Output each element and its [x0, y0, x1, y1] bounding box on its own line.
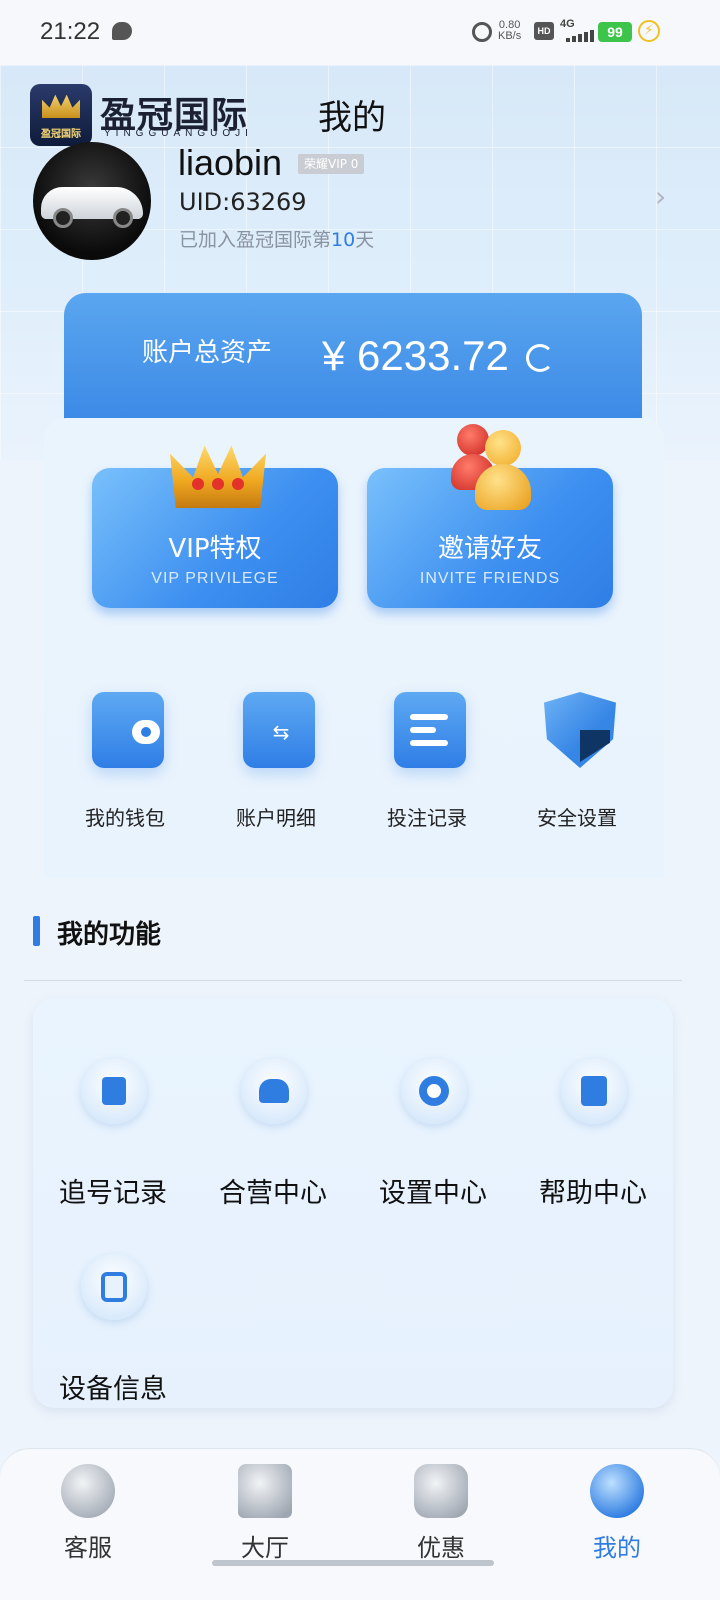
message-icon: [112, 22, 132, 40]
help-center-button[interactable]: 帮助中心: [513, 1058, 673, 1218]
hd-icon: HD: [534, 22, 554, 40]
my-wallet-label: 我的钱包: [85, 806, 165, 830]
joined-days-text: 已加入盈冠国际第10天: [179, 225, 374, 252]
network-speed-unit: KB/s: [498, 30, 522, 42]
page-title: 我的: [318, 98, 386, 138]
book-icon: [561, 1058, 627, 1124]
shield-icon: [544, 692, 616, 768]
joined-suffix: 天: [355, 229, 375, 251]
friends-icon: [451, 424, 535, 514]
bet-records-label: 投注记录: [387, 806, 467, 830]
tablet-icon: [81, 1254, 147, 1320]
nav-label-promotions: 优惠: [417, 1534, 465, 1562]
wallet-icon: [92, 692, 164, 768]
total-assets-value: ¥ 6233.72: [322, 332, 509, 379]
chevron-right-icon[interactable]: ›: [655, 183, 675, 211]
battery-icon: 99: [598, 22, 632, 42]
help-center-label: 帮助中心: [539, 1178, 647, 1209]
chase-records-button[interactable]: 追号记录: [33, 1058, 193, 1218]
nav-label-lobby: 大厅: [241, 1534, 289, 1562]
total-assets-label: 账户总资产: [142, 338, 273, 368]
chase-records-label: 追号记录: [59, 1178, 167, 1209]
security-settings-label: 安全设置: [537, 806, 617, 830]
gift-icon: [414, 1464, 468, 1518]
joined-days: 10: [331, 229, 356, 251]
settings-center-button[interactable]: 设置中心: [353, 1058, 513, 1218]
divider: [24, 980, 682, 981]
support-icon: [61, 1464, 115, 1518]
home-icon: [238, 1464, 292, 1518]
nav-item-support[interactable]: 客服: [28, 1458, 148, 1568]
nav-item-lobby[interactable]: 大厅: [205, 1458, 325, 1568]
network-type: 4G: [560, 18, 575, 30]
section-accent-bar: [33, 916, 40, 946]
logo-crown-icon: [42, 94, 80, 118]
invite-friends-button[interactable]: 邀请好友 INVITE FRIENDS: [367, 424, 613, 608]
user-icon: [590, 1464, 644, 1518]
my-wallet-button[interactable]: 我的钱包: [50, 686, 200, 836]
refresh-icon[interactable]: [526, 344, 554, 372]
nav-label-support: 客服: [64, 1534, 112, 1562]
logo-text: 盈冠国际: [41, 129, 81, 140]
partner-center-label: 合营中心: [219, 1178, 327, 1209]
invite-friends-title: 邀请好友: [437, 534, 542, 564]
network-speed: 0.80 KB/s: [498, 20, 521, 42]
document-icon: [81, 1058, 147, 1124]
settings-center-label: 设置中心: [379, 1178, 487, 1209]
vip-privilege-button[interactable]: VIP特权 VIP PRIVILEGE: [92, 445, 338, 608]
list-icon: [394, 692, 466, 768]
signal-icon: [566, 30, 594, 42]
security-settings-button[interactable]: 安全设置: [502, 686, 652, 836]
device-info-button[interactable]: 设备信息: [33, 1254, 193, 1414]
account-details-label: 账户明细: [236, 806, 316, 830]
username: liaobin: [178, 142, 283, 182]
invite-friends-subtitle: INVITE FRIENDS: [419, 570, 561, 587]
vip-privilege-title: VIP特权: [168, 534, 262, 564]
partner-center-button[interactable]: 合营中心: [193, 1058, 353, 1218]
gear-icon: [401, 1058, 467, 1124]
car-wheel: [113, 208, 133, 228]
handshake-icon: [241, 1058, 307, 1124]
vip-privilege-subtitle: VIP PRIVILEGE: [151, 570, 279, 587]
folder-transfer-icon: ⇆: [243, 692, 315, 768]
account-details-button[interactable]: ⇆ 账户明细: [201, 686, 351, 836]
brand-pinyin: YINGGUANGUOJI: [104, 128, 253, 139]
charging-icon: ⚡: [638, 20, 660, 42]
my-features-title: 我的功能: [57, 920, 162, 950]
brand-logo: 盈冠国际: [30, 84, 92, 146]
bet-records-button[interactable]: 投注记录: [352, 686, 502, 836]
user-id: UID:63269: [179, 188, 307, 216]
nav-label-mine: 我的: [593, 1534, 641, 1562]
crown-icon: [170, 426, 266, 510]
vip-level-badge: 荣耀VIP 0: [298, 154, 365, 174]
joined-prefix: 已加入盈冠国际第: [179, 229, 332, 251]
car-wheel: [53, 208, 73, 228]
status-time: 21:22: [40, 18, 101, 45]
status-bar: 21:22 0.80 KB/s HD 4G 99 ⚡: [0, 0, 720, 65]
device-info-label: 设备信息: [59, 1374, 167, 1405]
alarm-icon: [472, 22, 492, 42]
nav-item-mine[interactable]: 我的: [557, 1458, 677, 1568]
nav-item-promotions[interactable]: 优惠: [381, 1458, 501, 1568]
home-indicator[interactable]: [212, 1560, 494, 1566]
avatar[interactable]: [33, 142, 151, 260]
